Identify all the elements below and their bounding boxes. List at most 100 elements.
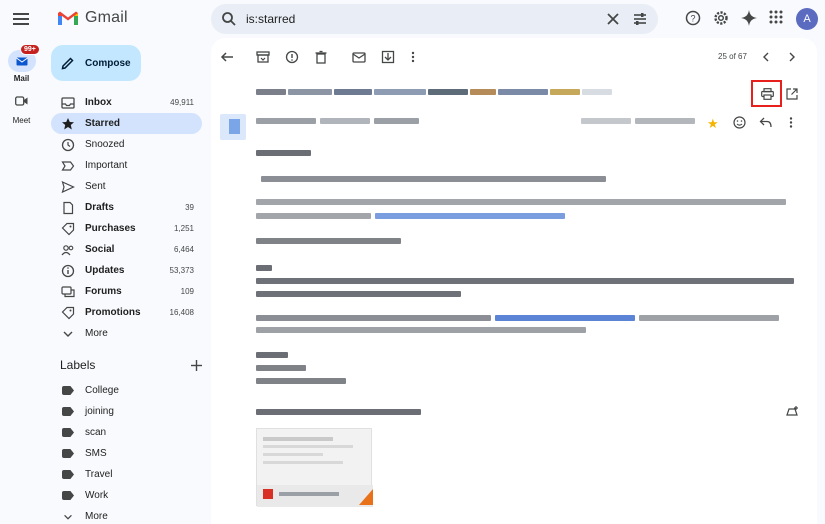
mark-unread-icon[interactable] [352, 50, 366, 64]
nav-item-label: Sent [85, 181, 106, 192]
app-name: Gmail [85, 9, 128, 26]
older-chevron-icon[interactable] [787, 50, 797, 64]
label-tag-icon [62, 491, 74, 500]
label-item-sms[interactable]: SMS [51, 443, 202, 464]
reply-icon[interactable] [759, 116, 772, 129]
draft-icon [61, 201, 75, 215]
search-options-icon[interactable] [632, 11, 648, 27]
support-icon[interactable]: ? [685, 10, 701, 26]
delete-icon[interactable] [314, 50, 328, 64]
nav-item-count: 16,408 [169, 308, 194, 317]
chevron-down-icon [62, 511, 74, 523]
nav-item-inbox[interactable]: Inbox 49,911 [51, 92, 202, 113]
starred-star-icon[interactable]: ★ [707, 116, 719, 132]
compose-button[interactable]: Compose [51, 45, 141, 81]
nav-item-count: 109 [180, 287, 194, 296]
label-item-label: scan [85, 427, 107, 438]
search-input[interactable]: is:starred [246, 12, 295, 26]
nav-item-label: Snoozed [85, 139, 125, 150]
nav-item-sent[interactable]: Sent [51, 176, 202, 197]
label-item-label: Travel [85, 469, 113, 480]
star-icon [61, 117, 75, 131]
nav-item-promotions[interactable]: Promotions 16,408 [51, 302, 202, 323]
apps-grid-icon[interactable] [769, 10, 783, 24]
folder-nav: Inbox 49,911 Starred Snoozed Important Sent Dr… [51, 92, 202, 344]
emoji-react-icon[interactable] [733, 116, 746, 129]
nav-item-label: Inbox [85, 97, 112, 108]
search-icon[interactable] [221, 11, 237, 27]
people-icon [61, 243, 75, 257]
sender-avatar[interactable] [220, 114, 246, 140]
nav-item-updates[interactable]: Updates 53,373 [51, 260, 202, 281]
video-camera-icon [15, 96, 28, 106]
label-item-joining[interactable]: joining [51, 401, 202, 422]
nav-item-label: Important [85, 160, 128, 171]
inbox-icon [61, 96, 75, 110]
nav-item-label: Social [85, 244, 115, 255]
send-icon [61, 180, 75, 194]
clear-search-icon[interactable] [605, 11, 621, 27]
rail-meet-label: Meet [12, 116, 31, 125]
main-menu-button[interactable] [10, 8, 32, 30]
newer-chevron-icon[interactable] [761, 50, 771, 64]
nav-item-drafts[interactable]: Drafts 39 [51, 197, 202, 218]
labels-list: College joining scan SMS Travel Work More [51, 380, 202, 524]
label-tag-icon [62, 470, 74, 479]
archive-icon[interactable] [256, 50, 270, 64]
gmail-logo[interactable]: Gmail [57, 9, 128, 27]
nav-item-social[interactable]: Social 6,464 [51, 239, 202, 260]
labels-more-button[interactable]: More [51, 506, 202, 524]
label-tag-icon [62, 428, 74, 437]
label-tag-icon [62, 449, 74, 458]
account-avatar[interactable]: A [796, 8, 818, 30]
message-more-icon[interactable] [788, 116, 794, 129]
important-icon [61, 159, 75, 173]
open-new-window-icon[interactable] [786, 88, 798, 100]
label-item-scan[interactable]: scan [51, 422, 202, 443]
rail-mail-label: Mail [13, 74, 30, 83]
gmail-m-icon [58, 11, 78, 25]
back-arrow-icon[interactable] [220, 50, 234, 64]
email-date-blurred [581, 118, 697, 124]
nav-item-count: 6,464 [173, 245, 194, 254]
label-item-travel[interactable]: Travel [51, 464, 202, 485]
nav-item-more[interactable]: More [51, 323, 202, 344]
nav-item-important[interactable]: Important [51, 155, 202, 176]
move-to-icon[interactable] [381, 50, 395, 64]
email-subject-blurred [256, 87, 614, 99]
tag-icon [61, 222, 75, 236]
nav-item-forums[interactable]: Forums 109 [51, 281, 202, 302]
nav-item-label: Updates [85, 265, 125, 276]
chevron-down-icon [61, 327, 75, 341]
nav-item-label: Starred [85, 118, 121, 129]
top-bar: Gmail is:starred ? A [0, 0, 825, 38]
pencil-icon [61, 57, 74, 70]
clock-icon [61, 138, 75, 152]
mail-icon [16, 57, 28, 65]
label-item-label: College [85, 385, 119, 396]
compose-label: Compose [85, 57, 131, 69]
nav-item-snoozed[interactable]: Snoozed [51, 134, 202, 155]
nav-item-starred[interactable]: Starred [51, 113, 202, 134]
more-options-icon[interactable] [410, 50, 416, 64]
reading-pane: 25 of 67 ★ [211, 38, 817, 524]
nav-item-purchases[interactable]: Purchases 1,251 [51, 218, 202, 239]
search-bar[interactable]: is:starred [211, 4, 658, 34]
print-icon[interactable] [761, 88, 774, 100]
add-label-icon[interactable] [191, 359, 202, 371]
label-item-work[interactable]: Work [51, 485, 202, 506]
label-item-college[interactable]: College [51, 380, 202, 401]
settings-gear-icon[interactable] [713, 10, 729, 26]
pagination-text: 25 of 67 [718, 52, 747, 61]
nav-item-label: Promotions [85, 307, 141, 318]
label-item-label: Work [85, 490, 109, 501]
add-to-drive-icon[interactable] [785, 405, 799, 417]
report-spam-icon[interactable] [285, 50, 299, 64]
nav-item-count: 49,911 [170, 98, 194, 107]
attachment-thumbnail[interactable] [256, 428, 373, 507]
labels-title: Labels [60, 358, 96, 372]
tag-icon [61, 306, 75, 320]
sender-name-blurred [256, 118, 421, 124]
labels-more-label: More [85, 511, 108, 522]
gemini-sparkle-icon[interactable] [741, 10, 757, 26]
